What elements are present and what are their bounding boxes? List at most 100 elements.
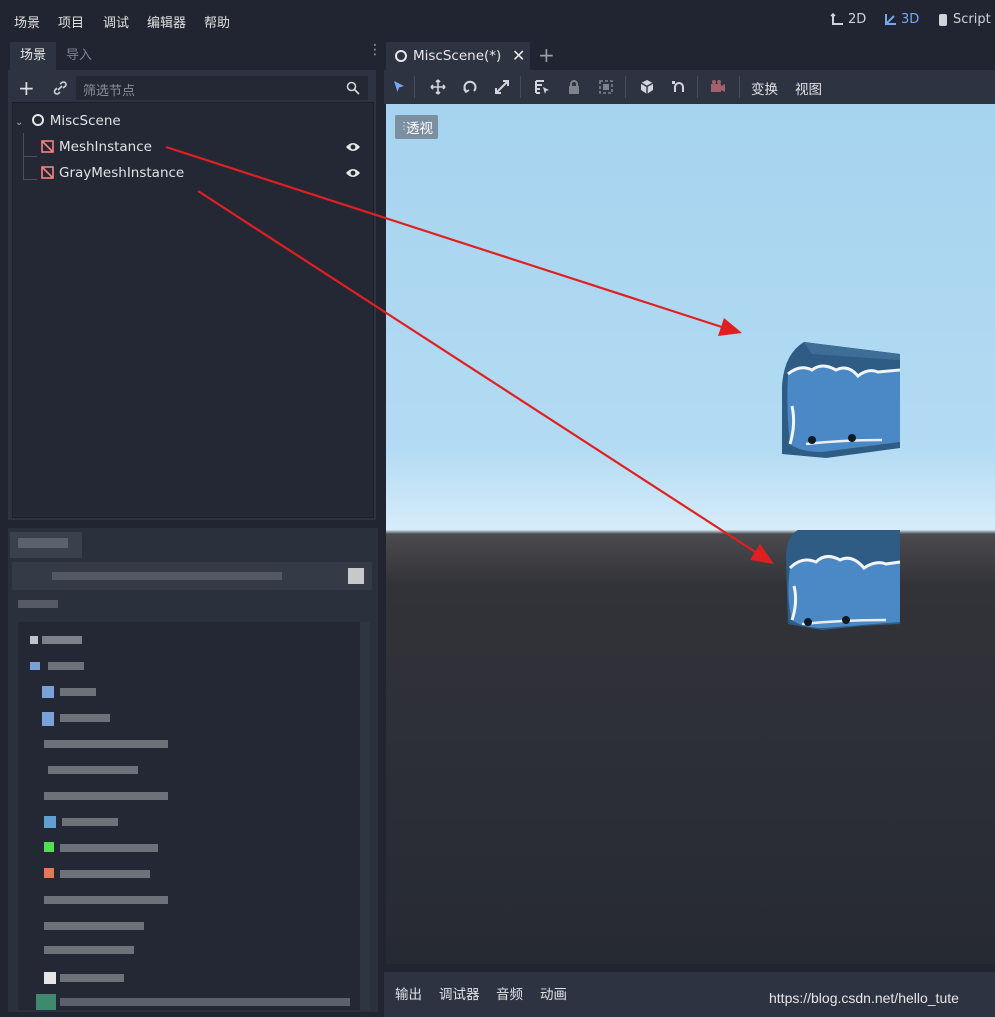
script-icon — [939, 13, 947, 26]
menu-scene[interactable]: 场景 — [14, 12, 40, 31]
filesystem-dock-pixelated — [8, 528, 378, 1012]
transform-menu[interactable]: 变换 — [751, 78, 778, 98]
toolbar-separator — [625, 76, 626, 98]
toolbar-separator — [697, 76, 698, 98]
workspace-script-label: Script — [953, 12, 991, 27]
node-icon — [395, 50, 407, 62]
viewport-toolbar: 变换 视图 — [384, 70, 995, 104]
toolbar-separator — [739, 76, 740, 98]
pixelated-block — [44, 922, 144, 930]
workspace-2d-label: 2D — [848, 12, 867, 27]
list-select-icon[interactable] — [533, 78, 551, 96]
tree-guide-line — [23, 179, 37, 180]
pixelated-block — [60, 844, 158, 852]
link-icon[interactable] — [52, 80, 68, 96]
workspace-3d-label: 3D — [901, 12, 920, 27]
menu-help[interactable]: 帮助 — [204, 12, 230, 31]
move-tool-icon[interactable] — [429, 78, 447, 96]
lock-icon[interactable] — [565, 78, 583, 96]
pixelated-block — [30, 662, 40, 670]
bottom-tab-animation[interactable]: 动画 — [540, 983, 567, 1003]
pixelated-block — [48, 766, 138, 774]
pixelated-scrollbar — [360, 622, 370, 1010]
tree-guide-line — [23, 156, 37, 157]
pixelated-block — [30, 636, 38, 644]
workspace-3d-icon — [885, 13, 896, 25]
tree-item-label: GrayMeshInstance — [59, 165, 185, 181]
pixelated-block — [60, 998, 350, 1006]
group-icon[interactable] — [597, 78, 615, 96]
tree-item-label: MeshInstance — [59, 139, 152, 155]
snap-icon[interactable] — [670, 78, 688, 96]
scene-tabs-bar: MiscScene(*) ✕ + — [384, 42, 995, 70]
bottom-tab-debugger[interactable]: 调试器 — [439, 983, 480, 1003]
rotate-tool-icon[interactable] — [461, 78, 479, 96]
tree-item-label: MiscScene — [49, 113, 121, 129]
menu-editor[interactable]: 编辑器 — [147, 12, 186, 31]
pixelated-block — [44, 946, 134, 954]
view-menu[interactable]: 视图 — [795, 78, 822, 98]
pixelated-block — [44, 792, 168, 800]
scene-tree: ⌄ MiscScene MeshInstance GrayMeshInstanc… — [12, 102, 374, 518]
pixelated-block — [42, 636, 82, 644]
pixelated-block — [36, 994, 56, 1010]
tab-scene[interactable]: 场景 — [10, 42, 57, 70]
tab-import[interactable]: 导入 — [56, 42, 102, 70]
search-icon — [346, 81, 360, 95]
watermark-text: https://blog.csdn.net/hello_tute — [769, 990, 959, 1006]
pixelated-block — [348, 568, 364, 584]
gray-mesh-instance-cube[interactable] — [782, 528, 902, 632]
pixelated-block — [52, 572, 282, 580]
node-icon — [31, 114, 44, 126]
perspective-label: 透视 — [406, 121, 433, 137]
chevron-down-icon: ⌄ — [15, 117, 24, 128]
bottom-tab-audio[interactable]: 音频 — [496, 983, 523, 1003]
scale-tool-icon[interactable] — [493, 78, 511, 96]
workspace-script-button[interactable]: Script — [937, 12, 991, 27]
pixelated-block — [44, 896, 168, 904]
bottom-tab-output[interactable]: 输出 — [395, 983, 422, 1003]
menu-debug[interactable]: 调试 — [103, 12, 129, 31]
local-space-icon[interactable] — [638, 78, 656, 96]
mesh-instance-icon — [41, 140, 54, 153]
bottom-panel: 输出 调试器 音频 动画 https://blog.csdn.net/hello… — [384, 972, 995, 1017]
top-menu-bar: 场景 项目 调试 编辑器 帮助 2D 3D Script — [0, 0, 995, 42]
workspace-3d-button[interactable]: 3D — [883, 12, 919, 27]
pixelated-block — [18, 538, 68, 548]
visibility-eye-icon[interactable] — [345, 141, 361, 153]
3d-viewport[interactable]: ⋮ 透视 — [386, 104, 995, 964]
tree-item-root[interactable]: ⌄ MiscScene — [15, 109, 121, 133]
tab-label: MiscScene(*) — [413, 48, 502, 64]
pixelated-block — [60, 974, 124, 982]
pixelated-block — [42, 686, 54, 698]
select-tool-icon[interactable] — [390, 78, 408, 96]
pixelated-block — [44, 972, 56, 984]
filter-nodes-placeholder: 筛选节点 — [83, 84, 136, 99]
visibility-eye-icon[interactable] — [345, 167, 361, 179]
filter-nodes-input[interactable]: 筛选节点 — [76, 76, 368, 100]
pixelated-block — [44, 868, 54, 878]
perspective-menu-button[interactable]: ⋮ 透视 — [395, 115, 438, 139]
mesh-instance-cube[interactable] — [782, 340, 902, 460]
pixelated-block — [44, 740, 168, 748]
tree-item-graymeshinstance[interactable]: GrayMeshInstance — [41, 161, 371, 185]
pixelated-block — [44, 842, 54, 852]
pixelated-block — [42, 712, 54, 726]
pixelated-block — [44, 816, 56, 828]
pixelated-block — [60, 870, 150, 878]
scene-dock-tabs: 场景 导入 ⋮ — [8, 42, 382, 70]
workspace-2d-button[interactable]: 2D — [830, 12, 866, 27]
tree-item-meshinstance[interactable]: MeshInstance — [41, 135, 371, 159]
pixelated-block — [62, 818, 118, 826]
pixelated-block — [60, 688, 96, 696]
close-icon[interactable]: ✕ — [512, 46, 525, 65]
pixelated-block — [60, 714, 110, 722]
scene-dock: 场景 导入 ⋮ + 筛选节点 ⌄ MiscScene MeshInstance … — [8, 42, 382, 520]
camera-icon[interactable] — [709, 78, 727, 96]
add-node-icon[interactable]: + — [18, 78, 35, 98]
menu-project[interactable]: 项目 — [58, 12, 84, 31]
drag-handle-icon: ⋮ — [399, 121, 409, 132]
add-tab-icon[interactable]: + — [538, 43, 555, 67]
tab-misc-scene[interactable]: MiscScene(*) ✕ — [386, 42, 530, 70]
dock-menu-icon[interactable]: ⋮ — [368, 43, 382, 64]
